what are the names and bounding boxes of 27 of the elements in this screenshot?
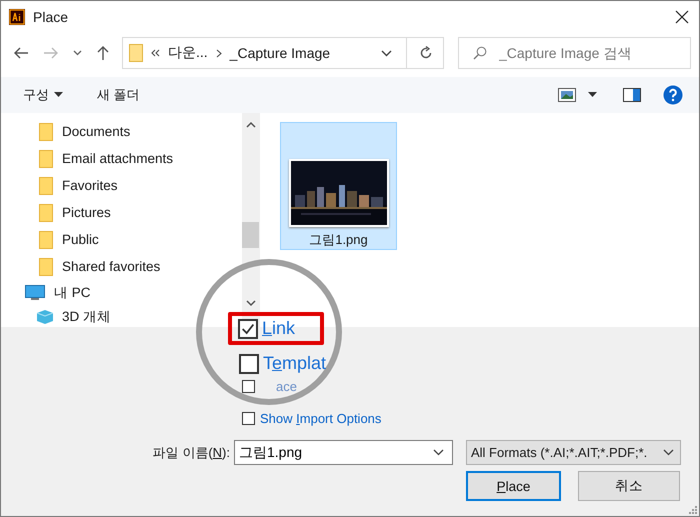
file-type-dropdown[interactable]: All Formats (*.AI;*.AIT;*.PDF;*. [466, 440, 681, 465]
sidebar-item[interactable]: Shared favorites [62, 259, 160, 274]
file-name-field[interactable]: 그림1.png [234, 440, 453, 465]
option-label[interactable]: Templat [263, 353, 326, 374]
search-field[interactable]: _Capture Image 검색 [458, 37, 691, 69]
file-name-label: 파일 이름(N): [152, 444, 231, 462]
search-input[interactable]: _Capture Image 검색 [497, 44, 690, 62]
sidebar-item[interactable]: 3D 개체 [62, 308, 112, 326]
organize-menu[interactable]: 구성 [23, 86, 63, 104]
sidebar-item[interactable]: Public [62, 232, 99, 247]
sidebar-item[interactable]: 내 PC [54, 284, 91, 302]
sidebar-item[interactable]: Documents [62, 124, 130, 139]
cancel-button[interactable]: 취소 [578, 471, 680, 501]
option-label[interactable]: Show Import Options [260, 411, 382, 426]
new-folder-button[interactable]: 새 폴더 [97, 86, 140, 104]
file-tile[interactable]: 그림1.png [280, 122, 397, 250]
place-button[interactable]: Place [466, 471, 561, 501]
address-bar[interactable]: 다운... _Capture Image [122, 37, 444, 69]
option-label[interactable]: Link [262, 318, 296, 339]
sidebar-item[interactable]: Pictures [62, 205, 111, 220]
sidebar-item[interactable]: Favorites [62, 178, 118, 193]
file-name-input[interactable]: 그림1.png [239, 444, 433, 460]
sidebar-item[interactable]: Email attachments [62, 151, 174, 166]
breadcrumb[interactable]: _Capture Image [230, 45, 330, 61]
window-title: Place [33, 8, 70, 24]
file-name: 그림1.png [309, 231, 368, 249]
breadcrumb[interactable]: 다운... [168, 44, 208, 62]
